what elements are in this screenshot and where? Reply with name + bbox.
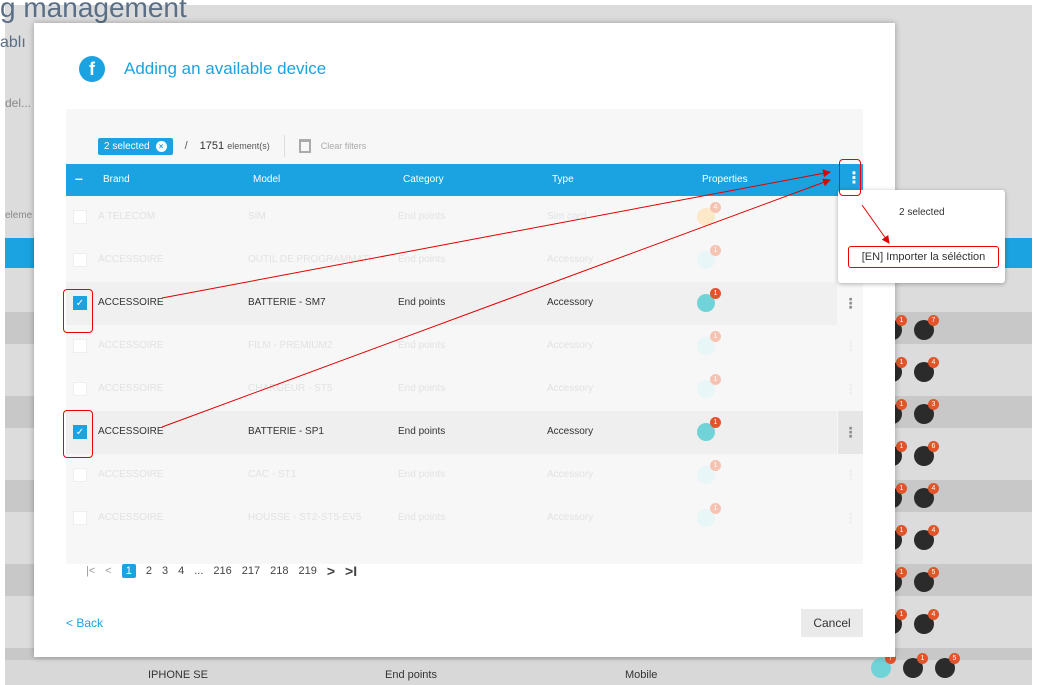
palette-icon: 1 [697, 331, 721, 355]
first-page-button[interactable]: |< [86, 565, 95, 577]
background-bottom-row: IPHONE SE End points Mobile 7 1 5 [5, 653, 1032, 685]
background-row-icons: 1 6 [882, 441, 972, 470]
modal-header: f Adding an available device [79, 56, 326, 82]
separator-slash: / [184, 140, 188, 152]
background-row-icons: 1 4 [882, 525, 972, 554]
properties-icon: 4 [697, 202, 721, 226]
page-subtitle: ablı [0, 34, 26, 51]
selection-chip[interactable]: 2 selected × [98, 137, 173, 155]
last-page-button[interactable]: >I [345, 563, 357, 579]
background-row-icons: 1 7 [882, 315, 972, 344]
row-more-options-icon[interactable]: ⋮ [838, 411, 863, 454]
column-header-model[interactable]: Model [253, 174, 280, 185]
pagination: |< < 1 2 3 4 ... 216 217 218 219 > >I [86, 563, 367, 579]
table-row[interactable]: ACCESSOIRE CAC - ST1 End points Accessor… [66, 454, 837, 497]
row-checkbox[interactable] [73, 253, 87, 267]
page-218[interactable]: 218 [270, 565, 288, 577]
table-row[interactable]: ACCESSOIRE OUTIL DE PROGRAMMATI End poin… [66, 239, 837, 282]
background-row-icons: 1 5 [882, 567, 972, 596]
database-icon: 6 [914, 441, 939, 466]
back-link[interactable]: < Back [66, 616, 103, 630]
annotation-box-header-menu [839, 159, 861, 196]
database-icon: 4 [914, 357, 939, 382]
database-icon: 5 [914, 567, 939, 592]
phone-icon: 1 [903, 653, 928, 678]
table-row[interactable]: ✓ ACCESSOIRE BATTERIE - SP1 End points A… [66, 411, 837, 454]
table-row[interactable]: ACCESSOIRE FILM - PREMIUM2 End points Ac… [66, 325, 837, 368]
palette-icon: 1 [697, 288, 721, 312]
row-checkbox[interactable] [73, 382, 87, 396]
row-more-options-icon[interactable]: ⋮ [838, 282, 863, 325]
background-search-input: del... [5, 96, 32, 110]
database-icon: 3 [914, 399, 939, 424]
page-ellipsis: ... [194, 565, 204, 577]
page-219[interactable]: 219 [298, 565, 316, 577]
annotation-box-checkbox [63, 410, 93, 458]
deselect-all-toggle[interactable]: – [75, 170, 83, 186]
palette-icon: 7 [871, 653, 896, 678]
background-row-icons: 1 4 [882, 483, 972, 512]
modal-title: Adding an available device [124, 59, 327, 78]
column-header-properties[interactable]: Properties [702, 174, 748, 185]
palette-icon: 1 [697, 460, 721, 484]
selection-count: 2 selected [104, 140, 150, 152]
page-216[interactable]: 216 [213, 565, 231, 577]
toolbar-divider [283, 135, 285, 157]
table-toolbar: 2 selected × / 1751 element(s) Clear fil… [98, 135, 366, 157]
row-more-options-icon[interactable]: ⋮ [838, 497, 863, 540]
prev-page-button[interactable]: < [105, 565, 111, 577]
page-4[interactable]: 4 [178, 565, 184, 577]
table-row[interactable]: ACCESSOIRE CHARGEUR - ST5 End points Acc… [66, 368, 837, 411]
row-checkbox[interactable] [73, 210, 87, 224]
clear-filters-button[interactable]: Clear filters [321, 141, 367, 151]
annotation-box-checkbox [63, 289, 93, 333]
palette-icon: 1 [697, 374, 721, 398]
palette-icon: 1 [697, 503, 721, 527]
page-1[interactable]: 1 [121, 564, 136, 578]
next-page-button[interactable]: > [327, 563, 335, 579]
background-row-icons: 1 4 [882, 609, 972, 638]
row-more-options-icon[interactable]: ⋮ [838, 454, 863, 497]
background-elements-label: eleme [5, 210, 33, 221]
device-table-panel: 2 selected × / 1751 element(s) Clear fil… [66, 109, 863, 564]
table-header: – Brand Model Category Type Properties ⋮ [66, 164, 863, 196]
database-icon: 4 [914, 609, 939, 634]
column-header-brand[interactable]: Brand [103, 174, 130, 185]
palette-icon: 1 [697, 245, 721, 269]
page-3[interactable]: 3 [162, 565, 168, 577]
trash-icon[interactable] [298, 139, 311, 153]
element-count: 1751 element(s) [199, 140, 270, 152]
background-row-icons: 1 4 [882, 357, 972, 386]
cancel-button[interactable]: Cancel [801, 609, 863, 637]
palette-icon: 1 [697, 417, 721, 441]
database-icon: 4 [914, 483, 939, 508]
page-2[interactable]: 2 [146, 565, 152, 577]
database-icon: 7 [914, 315, 939, 340]
row-more-options-icon[interactable]: ⋮ [838, 325, 863, 368]
import-selection-menu-item[interactable]: [EN] Importer la séléction [848, 246, 999, 268]
column-header-category[interactable]: Category [403, 174, 444, 185]
table-row[interactable]: ACCESSOIRE HOUSSE - ST2-ST5-EV5 End poin… [66, 497, 837, 540]
row-checkbox[interactable] [73, 468, 87, 482]
background-row-icons: 7 1 5 [871, 653, 961, 682]
add-device-modal: f Adding an available device 2 selected … [34, 23, 895, 657]
clear-selection-icon[interactable]: × [155, 140, 167, 152]
background-row-icons: 1 3 [882, 399, 972, 428]
database-icon: 5 [935, 653, 960, 678]
page-title: g management [0, 0, 187, 23]
row-more-options-icon[interactable]: ⋮ [838, 368, 863, 411]
column-header-type[interactable]: Type [552, 174, 574, 185]
row-checkbox[interactable] [73, 511, 87, 525]
context-menu-selected-count: 2 selected [899, 207, 945, 218]
page-217[interactable]: 217 [242, 565, 260, 577]
context-menu: 2 selected [EN] Importer la séléction [838, 190, 1005, 283]
table-row[interactable]: A TELECOM SIM End points Sim card 4 [66, 196, 837, 239]
database-icon: 4 [914, 525, 939, 550]
row-checkbox[interactable] [73, 339, 87, 353]
app-logo-icon: f [79, 56, 105, 82]
table-row[interactable]: ✓ ACCESSOIRE BATTERIE - SM7 End points A… [66, 282, 837, 325]
